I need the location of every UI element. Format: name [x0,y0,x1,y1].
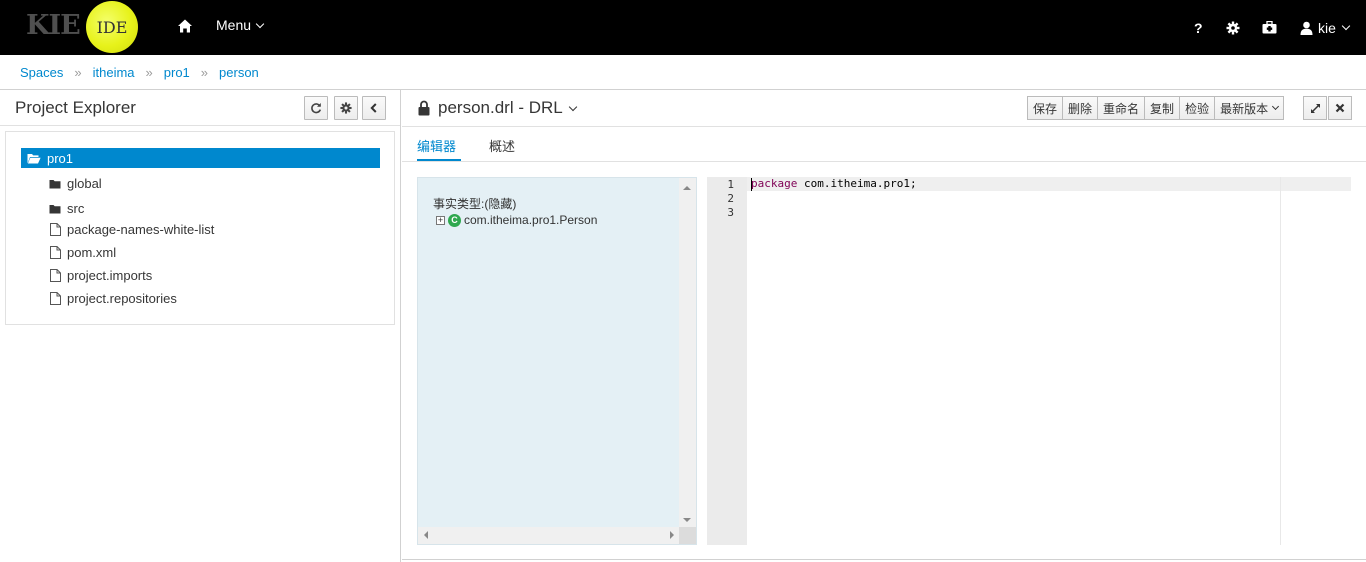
breadcrumb-space[interactable]: itheima [93,65,135,80]
file-icon [50,246,61,259]
tab-overview[interactable]: 概述 [489,136,515,155]
text-cursor [751,178,752,191]
code-text: com.itheima.pro1; [797,177,917,190]
user-icon [1300,21,1313,35]
folder-icon [49,179,61,188]
tree-file-pom[interactable]: pom.xml [50,245,116,260]
gear-icon [340,102,352,114]
chevron-down-icon [1341,21,1351,31]
folder-open-icon [27,153,41,163]
ide-logo-text: IDE [96,17,128,37]
help-icon[interactable]: ? [1194,0,1203,55]
breadcrumb-separator: » [200,64,209,80]
save-button[interactable]: 保存 [1027,96,1064,120]
fact-types-title: 事实类型:(隐藏) [433,197,517,211]
tree-item-label: project.imports [67,268,153,283]
file-icon [50,269,61,282]
chevron-left-icon [370,103,377,113]
latest-version-label: 最新版本 [1220,101,1269,116]
print-margin [1280,177,1281,545]
tree-item-label: src [67,201,85,216]
editor-toolbar: 保存 删除 重命名 复制 检验 最新版本 [1027,96,1285,120]
breadcrumb-project[interactable]: pro1 [164,65,190,80]
bottom-divider [402,559,1366,560]
line-number-gutter: 1 2 3 [707,177,747,545]
vertical-scrollbar[interactable] [679,178,696,528]
close-icon [1335,103,1345,113]
tree-file-project-imports[interactable]: project.imports [50,268,152,283]
file-title-dropdown[interactable]: person.drl - DRL [438,98,577,118]
breadcrumb-separator: » [145,64,153,80]
tree-file-package-names-white-list[interactable]: package-names-white-list [50,222,214,237]
tree-root-project[interactable]: pro1 [21,148,380,168]
breadcrumb-spaces[interactable]: Spaces [20,65,63,80]
settings-button[interactable] [334,96,358,120]
expand-icon [1310,103,1320,113]
tree-item-label: global [67,176,102,191]
maximize-button[interactable] [1303,96,1327,120]
tree-file-project-repositories[interactable]: project.repositories [50,291,177,306]
fact-types-panel: 事实类型:(隐藏) + C com.itheima.pro1.Person [417,177,697,545]
breadcrumb: Spaces » itheima » pro1 » person [0,55,1366,90]
horizontal-scrollbar[interactable] [418,527,680,544]
tree-folder-global[interactable]: global [49,176,102,191]
kie-logo: KIE [26,10,81,41]
menu-label: Menu [216,17,252,33]
home-icon[interactable] [177,18,193,34]
scrollbar-corner [679,527,696,544]
ide-logo: IDE [86,1,138,53]
project-explorer-panel: Project Explorer pro1 global src package… [0,90,401,562]
active-tab-indicator [417,159,461,161]
briefcase-icon[interactable] [1262,0,1277,55]
chevron-down-icon [1272,102,1280,111]
project-tree: pro1 global src package-names-white-list… [5,131,395,325]
project-explorer-title: Project Explorer [15,98,136,117]
tree-item-label: pom.xml [67,245,117,260]
file-icon [50,292,61,305]
code-editor-line[interactable]: package com.itheima.pro1; [751,177,917,191]
scroll-left-icon[interactable] [420,531,428,539]
fact-type-label: com.itheima.pro1.Person [464,213,598,227]
expand-plus-icon[interactable]: + [436,215,445,225]
breadcrumb-asset[interactable]: person [219,65,259,80]
user-name: kie [1318,19,1336,36]
latest-version-dropdown[interactable]: 最新版本 [1214,96,1285,120]
scroll-up-icon[interactable] [683,182,691,190]
breadcrumb-separator: » [74,64,82,80]
collapse-panel-button[interactable] [362,96,386,120]
top-navbar: KIE IDE Menu ? kie [0,0,1366,55]
tab-editor[interactable]: 编辑器 [417,136,456,155]
line-number: 3 [727,206,734,219]
project-explorer-header: Project Explorer [0,90,400,126]
code-keyword: package [751,177,798,190]
rename-button[interactable]: 重命名 [1097,96,1146,120]
editor-tabs: 编辑器 概述 [402,127,1366,162]
tree-item-label: project.repositories [67,291,177,306]
chevron-down-icon [255,19,265,28]
folder-icon [49,204,61,213]
gear-icon[interactable] [1226,0,1240,55]
validate-button[interactable]: 检验 [1179,96,1216,120]
user-menu-dropdown[interactable]: kie [1300,0,1351,55]
delete-button[interactable]: 删除 [1062,96,1099,120]
editor-header: person.drl - DRL 保存 删除 重命名 复制 检验 最新版本 [402,90,1366,127]
tree-folder-src[interactable]: src [49,201,84,216]
scroll-down-icon[interactable] [683,518,691,526]
tree-root-label: pro1 [47,150,74,166]
fact-type-item[interactable]: + C com.itheima.pro1.Person [436,213,597,227]
copy-button[interactable]: 复制 [1144,96,1181,120]
scroll-right-icon[interactable] [670,531,678,539]
close-button[interactable] [1328,96,1352,120]
class-icon: C [448,213,461,227]
line-number: 1 [727,178,734,191]
lock-icon[interactable] [418,100,430,116]
chevron-down-icon [568,102,577,111]
refresh-button[interactable] [304,96,328,120]
file-icon [50,223,61,236]
tree-item-label: package-names-white-list [67,222,215,237]
main-menu-dropdown[interactable]: Menu [216,17,265,33]
file-title: person.drl - DRL [438,98,563,117]
line-number: 2 [727,192,734,205]
refresh-icon [311,103,322,114]
